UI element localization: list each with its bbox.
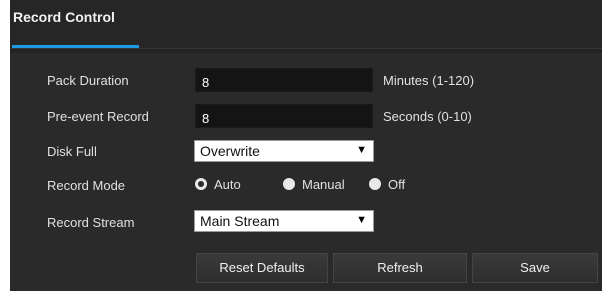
refresh-button[interactable]: Refresh bbox=[333, 253, 467, 283]
pack-duration-unit: Minutes (1-120) bbox=[383, 73, 475, 88]
disk-full-label: Disk Full bbox=[47, 144, 97, 159]
save-button[interactable]: Save bbox=[472, 253, 598, 283]
dropdown-arrow-icon: ▼ bbox=[356, 214, 367, 226]
radio-auto-label[interactable]: Auto bbox=[214, 177, 241, 192]
disk-full-select[interactable]: Overwrite ▼ bbox=[194, 140, 374, 162]
tab-bar: Record Control bbox=[10, 0, 602, 49]
radio-off[interactable] bbox=[369, 178, 381, 190]
record-stream-value: Main Stream bbox=[200, 213, 280, 229]
record-stream-select[interactable]: Main Stream ▼ bbox=[194, 210, 374, 232]
record-mode-label: Record Mode bbox=[47, 178, 126, 193]
settings-form: Pack Duration Minutes (1-120) Pre-event … bbox=[10, 53, 602, 291]
radio-auto[interactable] bbox=[195, 178, 207, 190]
pack-duration-input[interactable] bbox=[195, 68, 373, 92]
radio-manual[interactable] bbox=[283, 178, 295, 190]
record-stream-label: Record Stream bbox=[47, 215, 135, 230]
pre-event-record-unit: Seconds (0-10) bbox=[383, 109, 472, 124]
pre-event-record-input[interactable] bbox=[195, 104, 373, 128]
pre-event-record-label: Pre-event Record bbox=[47, 109, 149, 124]
radio-manual-label[interactable]: Manual bbox=[302, 177, 345, 192]
tab-record-control[interactable]: Record Control bbox=[13, 9, 115, 25]
pack-duration-label: Pack Duration bbox=[47, 73, 129, 88]
dropdown-arrow-icon: ▼ bbox=[356, 144, 367, 156]
reset-defaults-button[interactable]: Reset Defaults bbox=[196, 253, 328, 283]
record-control-panel: Record Control Pack Duration Minutes (1-… bbox=[10, 0, 602, 291]
disk-full-value: Overwrite bbox=[200, 143, 260, 159]
active-tab-indicator bbox=[12, 45, 139, 48]
radio-off-label[interactable]: Off bbox=[388, 177, 405, 192]
